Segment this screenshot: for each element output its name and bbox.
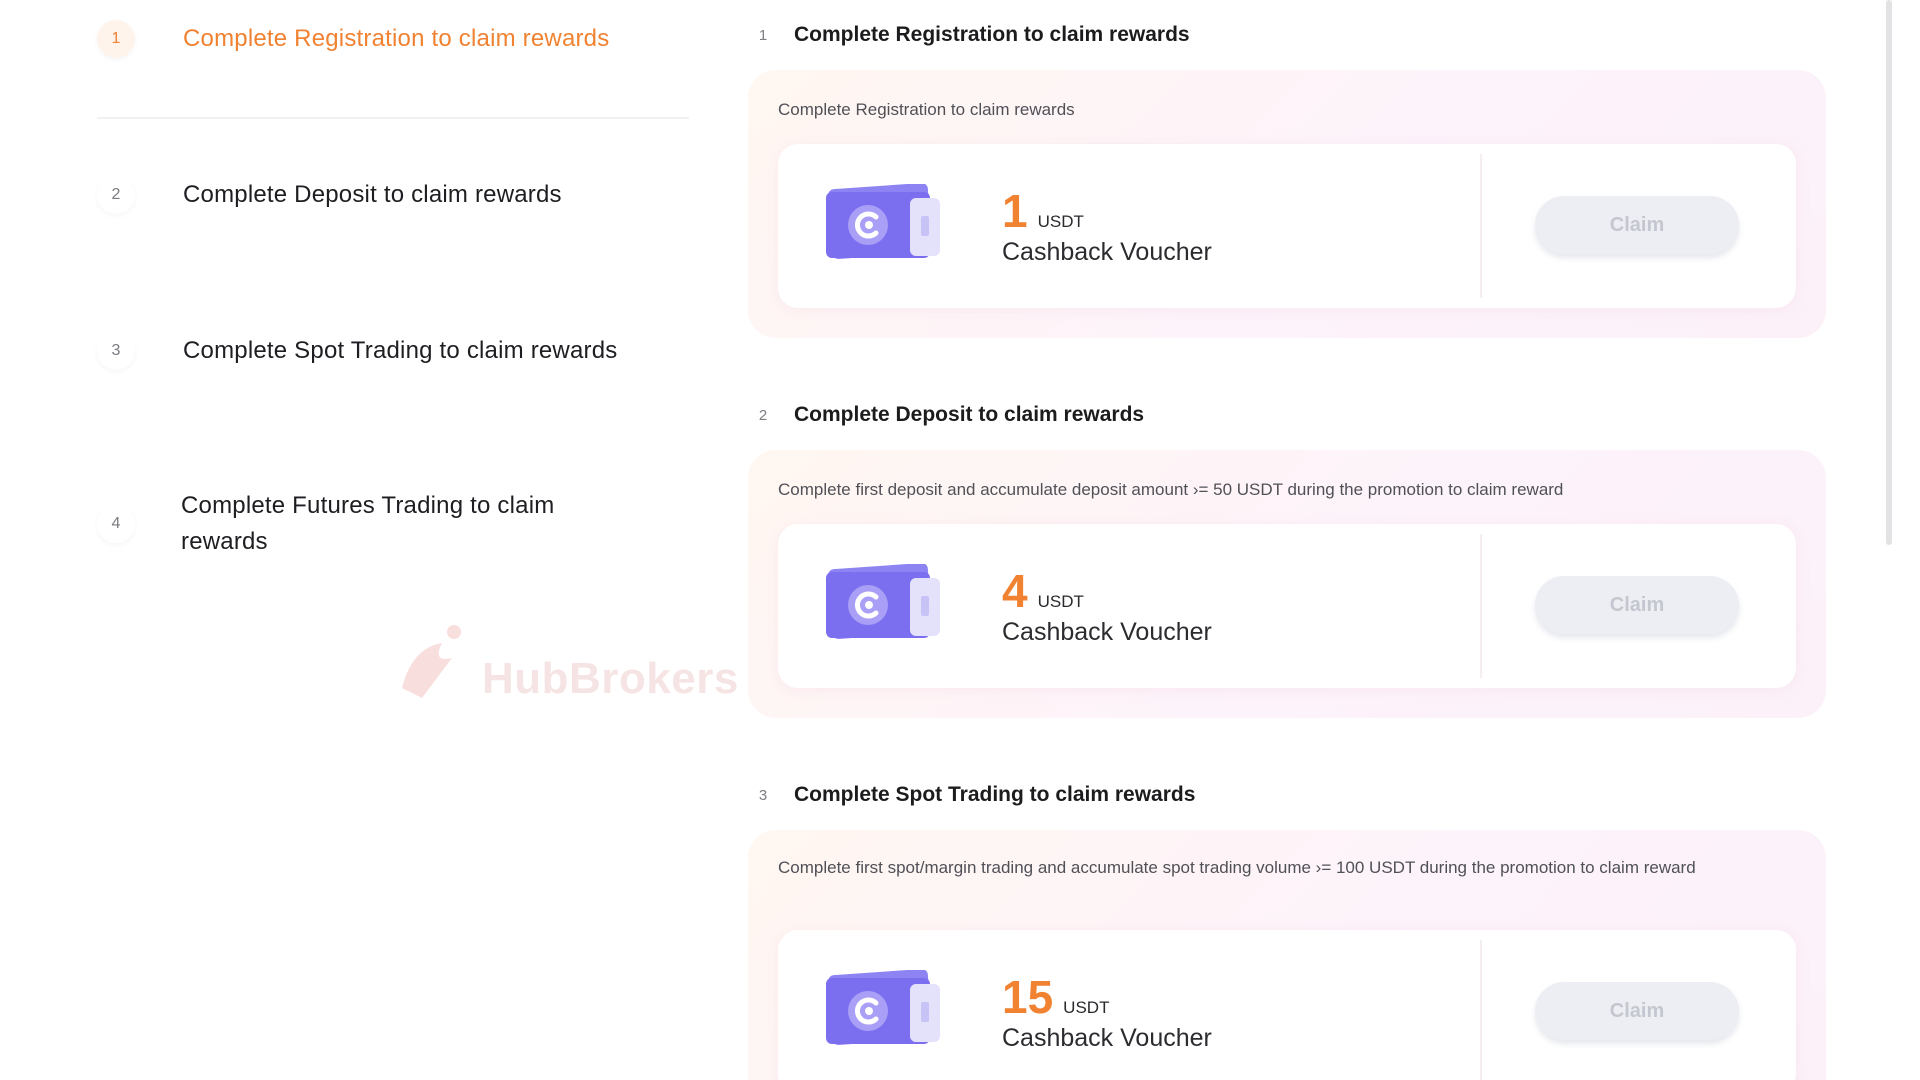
nav-step-label: Complete Registration to claim rewards [183, 25, 610, 52]
nav-step-label: Complete Deposit to claim rewards [183, 181, 562, 208]
reward-separator [1480, 154, 1482, 298]
nav-step-number: 3 [97, 332, 135, 370]
task-title: Complete Registration to claim rewards [794, 23, 1190, 46]
claim-button[interactable]: Claim [1535, 576, 1739, 634]
nav-item-futures-trading[interactable]: 4 Complete Futures Trading to claim rewa… [97, 488, 689, 560]
task-card-registration: Complete Registration to claim rewards 1… [748, 70, 1826, 338]
reward-separator [1480, 534, 1482, 678]
task-number: 1 [758, 26, 768, 44]
nav-step-label: Complete Spot Trading to claim rewards [183, 337, 618, 364]
reward-box: 4 USDT Cashback Voucher Claim [778, 524, 1796, 688]
reward-amount: 1 [1002, 185, 1028, 237]
nav-item-deposit[interactable]: 2 Complete Deposit to claim rewards [97, 176, 689, 214]
task-card-spot-trading: Complete first spot/margin trading and a… [748, 830, 1826, 1080]
reward-unit: USDT [1037, 212, 1084, 231]
reward-unit: USDT [1063, 998, 1110, 1017]
watermark-text: HubBrokers [482, 654, 739, 703]
watermark-logo-icon [402, 625, 461, 698]
task-number: 3 [758, 786, 768, 804]
nav-step-label: Complete Futures Trading to claim reward… [181, 492, 555, 555]
reward-type: Cashback Voucher [1002, 238, 1212, 266]
reward-unit: USDT [1037, 592, 1084, 611]
reward-amount: 15 [1002, 971, 1054, 1023]
reward-type: Cashback Voucher [1002, 618, 1212, 646]
task-title: Complete Deposit to claim rewards [794, 403, 1145, 426]
task-header: 1 Complete Registration to claim rewards [746, 18, 1190, 52]
task-number: 2 [758, 406, 768, 424]
claim-button[interactable]: Claim [1535, 196, 1739, 254]
task-description: Complete Registration to claim rewards [778, 100, 1075, 119]
claim-button[interactable]: Claim [1535, 982, 1739, 1040]
voucher-ticket-icon [826, 970, 940, 1045]
nav-step-number: 1 [97, 20, 135, 58]
reward-box: 1 USDT Cashback Voucher Claim [778, 144, 1796, 308]
nav-step-number: 2 [97, 176, 135, 214]
task-title: Complete Spot Trading to claim rewards [794, 783, 1196, 806]
nav-item-registration[interactable]: 1 Complete Registration to claim rewards [97, 20, 689, 58]
task-header: 2 Complete Deposit to claim rewards [746, 398, 1144, 432]
reward-value: 4 USDT [1002, 568, 1084, 614]
task-description: Complete first spot/margin trading and a… [778, 858, 1696, 877]
reward-separator [1480, 940, 1482, 1080]
task-header: 3 Complete Spot Trading to claim rewards [746, 778, 1196, 812]
reward-value: 15 USDT [1002, 974, 1109, 1020]
nav-step-number: 4 [97, 505, 135, 543]
reward-value: 1 USDT [1002, 188, 1084, 234]
voucher-ticket-icon [826, 184, 940, 259]
rewards-page: 1 Complete Registration to claim rewards… [0, 0, 1920, 1080]
nav-divider [97, 117, 689, 119]
reward-box: 15 USDT Cashback Voucher Claim [778, 930, 1796, 1080]
reward-type: Cashback Voucher [1002, 1024, 1212, 1052]
task-description: Complete first deposit and accumulate de… [778, 480, 1564, 499]
voucher-ticket-icon [826, 564, 940, 639]
watermark: HubBrokers [382, 618, 762, 718]
nav-item-spot-trading[interactable]: 3 Complete Spot Trading to claim rewards [97, 332, 689, 370]
task-card-deposit: Complete first deposit and accumulate de… [748, 450, 1826, 718]
scrollbar[interactable] [1886, 0, 1892, 545]
reward-amount: 4 [1002, 565, 1028, 617]
